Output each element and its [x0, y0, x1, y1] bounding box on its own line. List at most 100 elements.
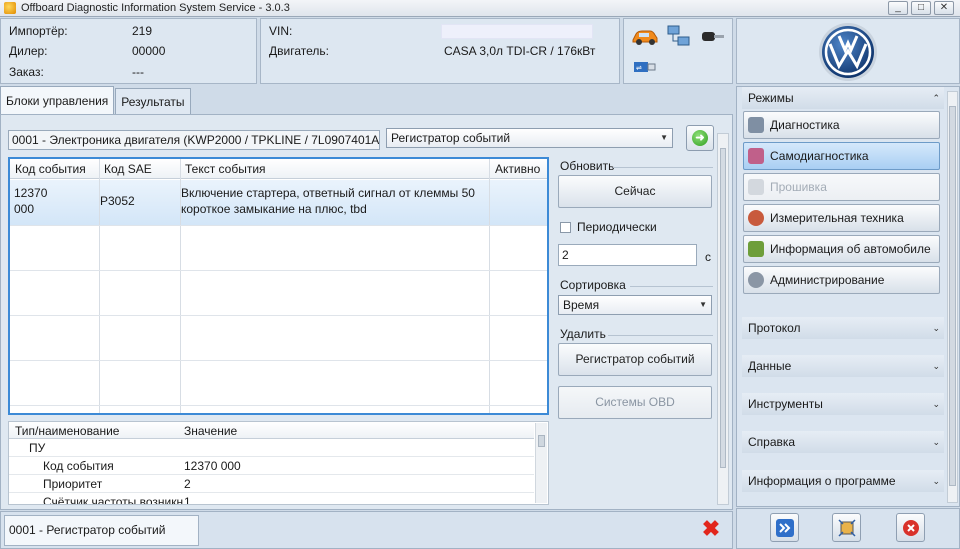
- flashing-icon: [748, 179, 764, 195]
- connection-status-panel: ⇌: [623, 18, 733, 84]
- sort-select-value: Время: [563, 298, 600, 312]
- chevron-down-icon: ⌄: [932, 437, 940, 447]
- maximize-button[interactable]: □: [911, 1, 931, 15]
- detail-value: 1: [184, 495, 191, 505]
- detail-name: Счётчик частоты возникн.: [43, 495, 187, 505]
- fit-view-button[interactable]: [832, 513, 861, 542]
- col-type-name[interactable]: Тип/наименование: [15, 424, 119, 438]
- list-item[interactable]: Код события 12370 000: [9, 457, 534, 475]
- sort-section-label: Сортировка: [560, 278, 626, 292]
- mode-diagnostics[interactable]: Диагностика: [743, 111, 940, 139]
- vin-value: [441, 24, 593, 39]
- app-icon: [4, 2, 16, 14]
- forward-button[interactable]: [770, 513, 799, 542]
- detail-name: ПУ: [29, 441, 46, 455]
- svg-text:⇌: ⇌: [636, 64, 642, 72]
- content-scrollbar[interactable]: [717, 133, 729, 505]
- importer-label: Импортёр:: [9, 24, 68, 38]
- section-label: Справка: [748, 435, 796, 449]
- vehicle-info-panel: VIN: Двигатель: CASA 3,0л TDI-CR / 176кВ…: [260, 18, 620, 84]
- function-select[interactable]: Регистратор событий ▼: [386, 128, 673, 148]
- status-tab[interactable]: 0001 - Регистратор событий (ESP): [4, 515, 199, 546]
- table-row[interactable]: 12370 000 P3052 Включение стартера, отве…: [10, 180, 547, 225]
- list-item[interactable]: Приоритет 2: [9, 475, 534, 493]
- scrollbar-thumb[interactable]: [538, 435, 545, 447]
- engine-label: Двигатель:: [269, 44, 329, 58]
- interval-input[interactable]: 2: [558, 244, 697, 266]
- mode-vehicle-info[interactable]: Информация об автомобиле: [743, 235, 940, 263]
- tab-results[interactable]: Результаты: [115, 88, 191, 114]
- column-divider: [99, 159, 100, 413]
- section-about[interactable]: Информация о программе ⌄: [742, 470, 944, 492]
- fit-screen-icon: [837, 518, 856, 537]
- scrollbar-thumb[interactable]: [720, 148, 726, 468]
- periodic-label: Периодически: [577, 220, 657, 234]
- title-bar: Offboard Diagnostic Information System S…: [0, 0, 960, 17]
- col-sae-code[interactable]: Код SAE: [104, 162, 152, 176]
- chevron-up-icon: ⌃: [932, 93, 940, 103]
- mode-flashing[interactable]: Прошивка: [743, 173, 940, 201]
- function-select-value: Регистратор событий: [391, 131, 511, 145]
- divider: [608, 335, 713, 336]
- section-help[interactable]: Справка ⌄: [742, 431, 944, 453]
- obd-systems-button[interactable]: Системы OBD: [558, 386, 712, 419]
- minimize-button[interactable]: _: [888, 1, 908, 15]
- divider: [613, 167, 713, 168]
- admin-icon: [748, 272, 764, 288]
- col-event-text[interactable]: Текст события: [185, 162, 266, 176]
- close-button[interactable]: ✕: [934, 1, 954, 15]
- arrow-right-icon: ➜: [692, 130, 708, 146]
- exit-button[interactable]: [896, 513, 925, 542]
- mode-self-diagnostics[interactable]: Самодиагностика: [743, 142, 940, 170]
- section-tools[interactable]: Инструменты ⌄: [742, 393, 944, 415]
- section-data[interactable]: Данные ⌄: [742, 355, 944, 377]
- tab-control-units[interactable]: Блоки управления: [0, 86, 115, 114]
- sae-code: P3052: [100, 194, 135, 208]
- ecu-field[interactable]: 0001 - Электроника двигателя (KWP2000 / …: [8, 130, 380, 150]
- mode-label: Прошивка: [770, 180, 827, 194]
- chevron-down-icon: ⌄: [932, 476, 940, 486]
- modes-header[interactable]: Режимы ⌃: [742, 87, 944, 109]
- col-value[interactable]: Значение: [184, 424, 237, 438]
- exit-icon: [902, 519, 919, 536]
- scrollbar-thumb[interactable]: [949, 106, 956, 486]
- mode-label: Диагностика: [770, 118, 840, 132]
- row-divider: [10, 315, 547, 316]
- delete-event-log-button[interactable]: Регистратор событий: [558, 343, 712, 376]
- sort-select[interactable]: Время ▼: [558, 295, 712, 315]
- col-event-code[interactable]: Код события: [15, 162, 86, 176]
- refresh-now-button[interactable]: Сейчас: [558, 175, 712, 208]
- event-text-line2: короткое замыкание на плюс, tbd: [181, 202, 367, 216]
- order-value: ---: [132, 65, 144, 79]
- row-divider: [10, 360, 547, 361]
- col-active[interactable]: Активно: [495, 162, 540, 176]
- details-scrollbar[interactable]: [535, 423, 547, 503]
- mode-measurement[interactable]: Измерительная техника: [743, 204, 940, 232]
- section-label: Информация о программе: [748, 474, 896, 488]
- section-protocol[interactable]: Протокол ⌄: [742, 317, 944, 339]
- importer-value: 219: [132, 24, 153, 38]
- side-panel: Режимы ⌃ Диагностика Самодиагностика Про…: [736, 86, 960, 507]
- row-divider: [10, 405, 547, 406]
- measurement-icon: [748, 210, 764, 226]
- main-content: 0001 - Электроника двигателя (KWP2000 / …: [0, 114, 733, 510]
- details-table-header: Тип/наименование Значение: [9, 422, 534, 439]
- column-divider: [489, 159, 490, 413]
- detail-name: Код события: [43, 459, 114, 473]
- key-icon: [702, 32, 724, 41]
- go-button[interactable]: ➜: [686, 125, 714, 151]
- side-scrollbar[interactable]: [947, 91, 958, 503]
- event-text-line1: Включение стартера, ответный сигнал от к…: [181, 186, 475, 200]
- list-item[interactable]: Счётчик частоты возникн. 1: [9, 493, 534, 505]
- mode-label: Самодиагностика: [770, 149, 869, 163]
- mode-label: Администрирование: [770, 273, 885, 287]
- event-code-line2: 000: [14, 202, 35, 216]
- mode-administration[interactable]: Администрирование: [743, 266, 940, 294]
- periodic-checkbox[interactable]: [560, 222, 571, 233]
- detail-value: 2: [184, 477, 191, 491]
- close-x-icon[interactable]: ✖: [700, 518, 722, 540]
- chevron-down-icon: ▼: [660, 133, 668, 142]
- self-diagnostics-icon: [748, 148, 764, 164]
- detail-value: 12370 000: [184, 459, 241, 473]
- list-item[interactable]: ПУ: [9, 439, 534, 457]
